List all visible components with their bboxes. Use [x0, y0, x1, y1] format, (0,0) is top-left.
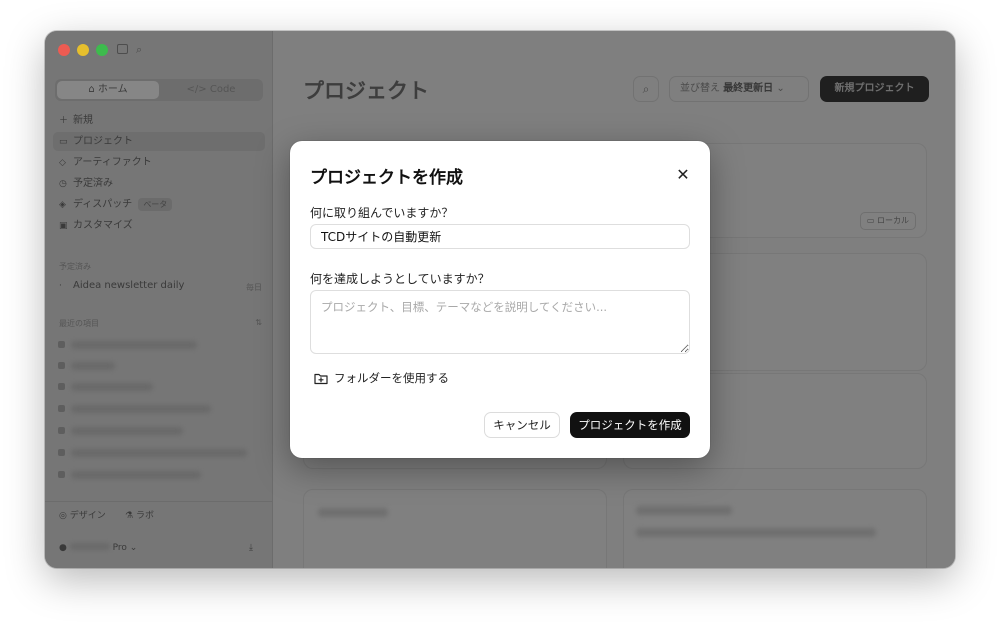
recent-item[interactable]	[71, 449, 247, 457]
recent-item[interactable]	[71, 383, 153, 391]
scheduled-frequency: 毎日	[246, 283, 262, 292]
home-icon: ⌂	[88, 84, 98, 95]
page-title: プロジェクト	[303, 79, 429, 103]
zoom-window-button[interactable]	[96, 44, 108, 56]
plan-badge: Pro	[112, 543, 127, 553]
create-project-button[interactable]: プロジェクトを作成	[570, 412, 690, 438]
chat-icon	[58, 449, 65, 456]
local-badge: ▭ ローカル	[859, 212, 916, 230]
create-project-dialog: プロジェクトを作成 ✕ 何に取り組んでいますか？ 何を達成しようとしていますか？…	[290, 141, 710, 458]
project-card[interactable]	[303, 489, 607, 568]
card-desc-blurred	[636, 528, 876, 537]
project-goal-textarea[interactable]	[310, 290, 690, 354]
new-project-button[interactable]: 新規プロジェクト	[820, 76, 929, 102]
sidebar-item-new[interactable]: ＋新規	[53, 111, 265, 130]
beta-badge: ベータ	[138, 198, 173, 211]
project-name-input[interactable]	[310, 224, 690, 249]
project-name-label: 何に取り組んでいますか？	[310, 206, 454, 220]
dialog-title: プロジェクトを作成	[310, 168, 463, 188]
close-window-button[interactable]	[58, 44, 70, 56]
cancel-button[interactable]: キャンセル	[484, 412, 560, 438]
use-folder-button[interactable]: フォルダーを使用する	[314, 368, 449, 388]
dot-icon: ·	[59, 281, 62, 291]
chevron-down-icon: ⌄	[776, 83, 785, 94]
mode-switcher: ⌂ ホーム </> Code	[55, 79, 263, 101]
project-card[interactable]	[623, 489, 927, 568]
monitor-icon: ▭	[866, 216, 877, 225]
code-icon: </>	[186, 84, 210, 95]
briefcase-icon: ▣	[59, 221, 68, 231]
tab-code[interactable]: </> Code	[161, 81, 261, 99]
avatar: ●	[59, 543, 70, 553]
card-title-blurred	[318, 508, 388, 517]
card-title-blurred	[636, 506, 732, 515]
sidebar-item-projects[interactable]: ▭ プロジェクト	[53, 132, 265, 151]
sidebar-item-scheduled[interactable]: ◷ 予定済み	[53, 174, 265, 193]
user-name-blurred	[69, 543, 110, 550]
flask-icon: ⚗	[125, 511, 136, 521]
chat-icon	[58, 383, 65, 390]
sort-dropdown[interactable]: 並び替え 最終更新日 ⌄	[669, 76, 809, 102]
sidebar-toggle-icon[interactable]	[117, 44, 128, 54]
search-icon: ⌕	[642, 82, 650, 96]
sidebar-footer: ◎ デザイン ⚗ ラボ ● Pro ⌄ ⤓	[45, 501, 272, 553]
close-icon: ✕	[676, 167, 690, 184]
sidebar-item-customize[interactable]: ▣ カスタマイズ	[53, 216, 265, 235]
chat-icon	[58, 471, 65, 478]
palette-icon: ◎	[59, 511, 70, 521]
scheduled-heading: 予定済み	[59, 262, 91, 271]
recent-heading: 最近の項目	[59, 319, 99, 328]
chat-icon	[58, 341, 65, 348]
chat-icon	[58, 427, 65, 434]
sidebar: ⌕ ⌂ ホーム </> Code ＋新規 ▭ プロジェクト ◇ アーティファクト ◷…	[45, 31, 273, 568]
recent-item[interactable]	[71, 362, 115, 370]
recent-item[interactable]	[71, 405, 211, 413]
search-icon[interactable]: ⌕	[136, 43, 142, 57]
sidebar-item-artifacts[interactable]: ◇ アーティファクト	[53, 153, 265, 172]
minimize-window-button[interactable]	[77, 44, 89, 56]
artifact-icon: ◇	[59, 158, 66, 168]
plus-icon: ＋	[59, 116, 69, 126]
clock-icon: ◷	[59, 179, 67, 189]
chevron-down-icon: ⌄	[129, 543, 138, 553]
project-goal-label: 何を達成しようとしていますか？	[310, 272, 490, 286]
recent-item[interactable]	[71, 341, 197, 349]
user-menu[interactable]: ● Pro ⌄	[59, 543, 137, 553]
labs-link[interactable]: ⚗ ラボ	[125, 508, 154, 521]
chat-icon	[58, 405, 65, 412]
download-icon[interactable]: ⤓	[249, 543, 253, 553]
filter-icon[interactable]: ⇅	[255, 318, 262, 327]
folder-plus-icon	[314, 373, 328, 384]
chat-icon	[58, 362, 65, 369]
tab-home[interactable]: ⌂ ホーム	[57, 81, 159, 99]
dispatch-icon: ◈	[59, 200, 66, 210]
design-link[interactable]: ◎ デザイン	[59, 508, 106, 521]
sidebar-item-dispatch[interactable]: ◈ ディスパッチ ベータ	[53, 195, 265, 214]
recent-item[interactable]	[71, 427, 183, 435]
folder-icon: ▭	[59, 137, 68, 147]
close-button[interactable]: ✕	[670, 163, 696, 189]
search-button[interactable]: ⌕	[633, 76, 659, 102]
scheduled-item[interactable]: · Aidea newsletter daily	[53, 276, 265, 295]
recent-item[interactable]	[71, 471, 201, 479]
